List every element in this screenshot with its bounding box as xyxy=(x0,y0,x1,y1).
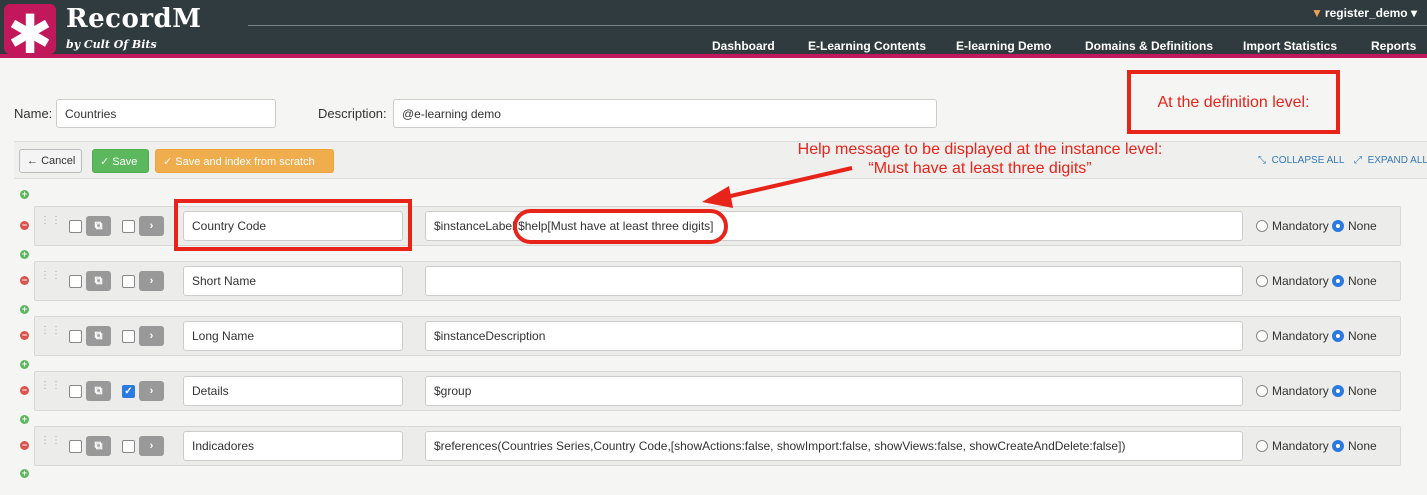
annotation-arrow xyxy=(702,166,853,208)
